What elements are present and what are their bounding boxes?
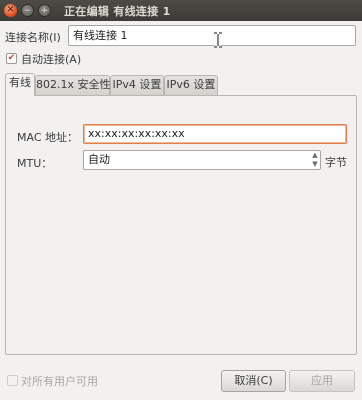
cancel-button[interactable]: 取消(C) [221,370,286,392]
all-users-label[interactable]: 对所有用户可用 [21,373,98,389]
close-icon[interactable]: ✕ [4,4,17,17]
spin-down-icon[interactable]: ▼ [310,160,320,169]
all-users-checkbox[interactable] [7,375,18,386]
tab-ipv6-settings[interactable]: IPv6 设置 [164,75,218,95]
mtu-spin-buttons[interactable]: ▲ ▼ [310,151,320,169]
apply-button[interactable]: 应用 [289,370,355,392]
mac-address-label: MAC 地址： [17,131,78,144]
tab-8021x-security[interactable]: 802.1x 安全性 [35,75,111,95]
minimize-icon[interactable]: − [21,4,34,17]
connection-name-input[interactable]: 有线连接 1 [68,25,356,46]
tab-ipv4-settings[interactable]: IPv4 设置 [110,75,164,95]
mtu-unit-label: 字节 [325,156,347,169]
maximize-icon[interactable]: + [38,4,51,17]
connection-name-label: 连接名称(I) [5,31,61,44]
tab-wired[interactable]: 有线 [5,73,35,96]
spin-up-icon[interactable]: ▲ [310,151,320,160]
mtu-label: MTU： [17,157,53,170]
auto-connect-checkbox[interactable]: ✔ [6,53,17,64]
text-cursor-icon [214,32,222,48]
auto-connect-label[interactable]: 自动连接(A) [21,51,81,67]
wired-tab-panel: MAC 地址： xx:xx:xx:xx:xx:xx MTU： 自动 ▲ ▼ 字节 [5,95,357,355]
mtu-value: 自动 [88,153,110,166]
window-titlebar: ✕ − + 正在编辑 有线连接 1 [0,0,362,21]
window-title: 正在编辑 有线连接 1 [64,5,171,18]
mtu-spinbox[interactable]: 自动 ▲ ▼ [83,150,321,170]
mac-address-input[interactable]: xx:xx:xx:xx:xx:xx [83,124,347,144]
